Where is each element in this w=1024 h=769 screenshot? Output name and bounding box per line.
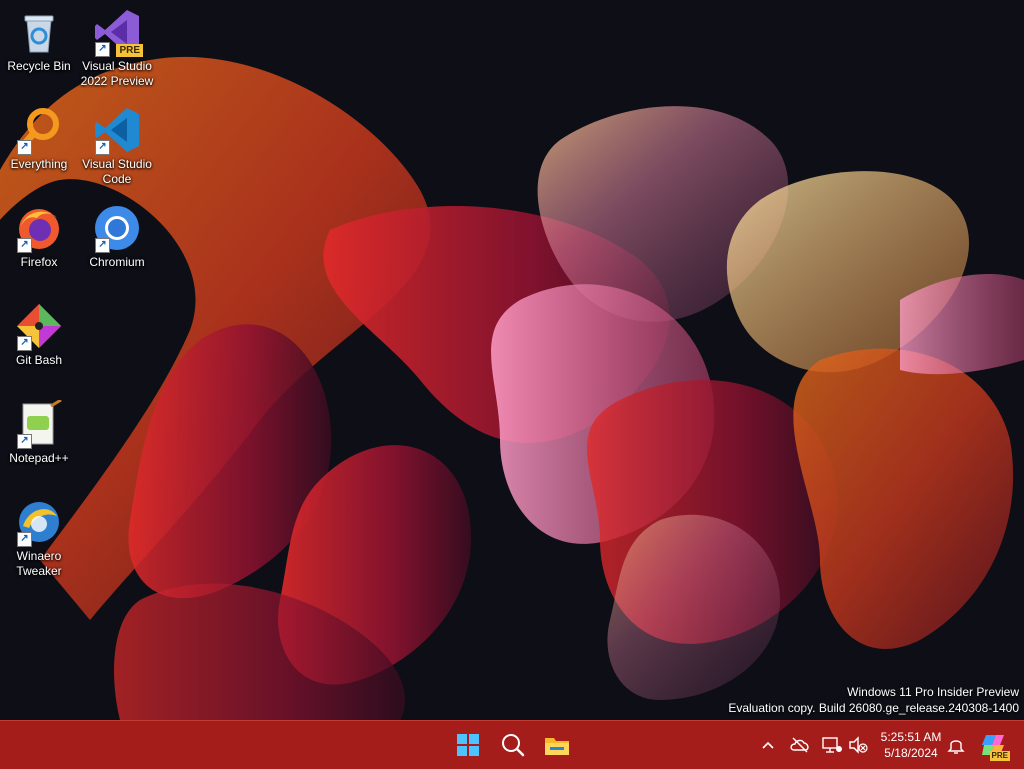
desktop-icon-visual-studio-code[interactable]: ↗ Visual Studio Code bbox=[79, 100, 155, 187]
start-button[interactable] bbox=[452, 729, 484, 761]
chevron-up-icon bbox=[762, 741, 774, 749]
preview-badge: PRE bbox=[116, 44, 143, 57]
desktop-icon-label: Visual Studio Code bbox=[82, 157, 152, 186]
desktop-icon-label: Recycle Bin bbox=[7, 59, 71, 73]
desktop-icon-chromium[interactable]: ↗ Chromium bbox=[79, 198, 155, 270]
volume-button[interactable] bbox=[847, 735, 869, 755]
recycle-bin-icon bbox=[15, 8, 63, 56]
everything-search-icon: ↗ bbox=[15, 106, 63, 155]
visual-studio-icon: PRE ↗ bbox=[93, 8, 143, 57]
desktop-icon-git-bash[interactable]: ↗ Git Bash bbox=[1, 296, 77, 368]
volume-muted-icon bbox=[849, 736, 868, 754]
vscode-icon: ↗ bbox=[93, 106, 141, 155]
desktop-icon-firefox[interactable]: ↗ Firefox bbox=[1, 198, 77, 270]
network-button[interactable] bbox=[821, 735, 843, 755]
shortcut-arrow-icon: ↗ bbox=[17, 336, 32, 351]
onedrive-offline-icon bbox=[790, 737, 809, 753]
watermark-edition: Windows 11 Pro Insider Preview bbox=[847, 685, 1019, 699]
desktop-icon-label: Chromium bbox=[89, 255, 145, 269]
desktop-icon-label: Winaero Tweaker bbox=[16, 549, 62, 578]
desktop-icon-label: Git Bash bbox=[15, 353, 63, 367]
search-icon bbox=[502, 734, 525, 757]
onedrive-tray-button[interactable] bbox=[789, 735, 811, 755]
shortcut-arrow-icon: ↗ bbox=[17, 532, 32, 547]
shortcut-arrow-icon: ↗ bbox=[17, 140, 32, 155]
git-bash-icon: ↗ bbox=[15, 302, 63, 351]
desktop-icon-recycle-bin[interactable]: Recycle Bin bbox=[1, 2, 77, 74]
copilot-preview-badge: PRE bbox=[989, 751, 1010, 761]
firefox-icon: ↗ bbox=[15, 204, 63, 253]
shortcut-arrow-icon: ↗ bbox=[17, 434, 32, 449]
file-explorer-button[interactable] bbox=[541, 729, 573, 761]
shortcut-arrow-icon: ↗ bbox=[95, 140, 110, 155]
desktop-icon-label: Visual Studio 2022 Preview bbox=[80, 59, 154, 88]
file-explorer-icon bbox=[545, 738, 569, 755]
clock-date: 5/18/2024 bbox=[884, 746, 938, 760]
taskbar: 5:25:51 AM 5/18/2024 PRE bbox=[0, 720, 1024, 769]
desktop-icon-label: Firefox bbox=[20, 255, 58, 269]
evaluation-watermark: Windows 11 Pro Insider Preview Evaluatio… bbox=[728, 684, 1019, 716]
desktop-icon-label: Notepad++ bbox=[9, 451, 69, 465]
desktop-icon-notepad-plus-plus[interactable]: ↗ Notepad++ bbox=[1, 394, 77, 466]
copilot-button[interactable]: PRE bbox=[980, 731, 1010, 761]
desktop-icon-label: Everything bbox=[10, 157, 68, 171]
notepad-plus-plus-icon: ↗ bbox=[15, 398, 63, 449]
search-button[interactable] bbox=[497, 729, 529, 761]
clock-button[interactable]: 5:25:51 AM 5/18/2024 bbox=[872, 729, 950, 761]
shortcut-arrow-icon: ↗ bbox=[95, 238, 110, 253]
shortcut-arrow-icon: ↗ bbox=[17, 238, 32, 253]
desktop-icon-visual-studio-2022-preview[interactable]: PRE ↗ Visual Studio 2022 Preview bbox=[79, 2, 155, 89]
desktop-icon-everything[interactable]: ↗ Everything bbox=[1, 100, 77, 172]
clock-time: 5:25:51 AM bbox=[880, 730, 942, 744]
start-icon bbox=[457, 734, 479, 756]
notifications-button[interactable] bbox=[946, 735, 966, 755]
chromium-icon: ↗ bbox=[93, 204, 141, 253]
show-hidden-icons-button[interactable] bbox=[758, 735, 778, 755]
winaero-tweaker-icon: ↗ bbox=[15, 498, 63, 547]
watermark-build: Evaluation copy. Build 26080.ge_release.… bbox=[728, 701, 1019, 715]
network-icon bbox=[822, 737, 842, 753]
desktop-icon-winaero-tweaker[interactable]: ↗ Winaero Tweaker bbox=[1, 492, 77, 579]
shortcut-arrow-icon: ↗ bbox=[95, 42, 110, 57]
bell-icon bbox=[947, 740, 965, 754]
